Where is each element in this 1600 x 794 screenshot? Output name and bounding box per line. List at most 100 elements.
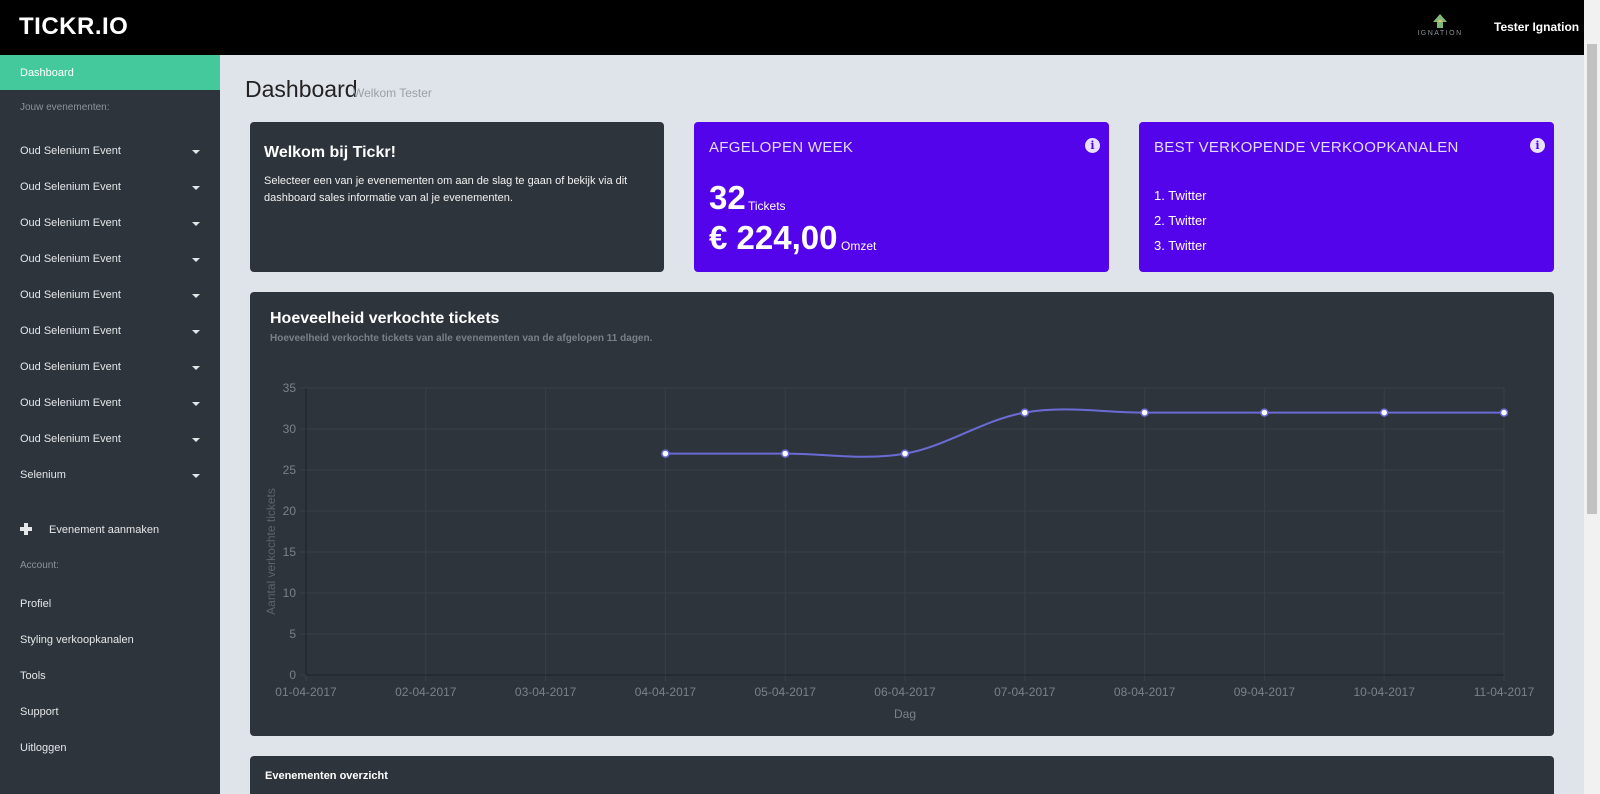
channels-card-title: BEST VERKOPENDE VERKOOPKANALEN (1154, 139, 1459, 156)
x-tick-label: 11-04-2017 (1474, 685, 1535, 699)
welcome-title: Welkom bij Tickr! (264, 144, 396, 161)
events-overview-card: Evenementen overzicht (250, 756, 1554, 794)
app-logo[interactable]: TICKR.IO (19, 13, 128, 41)
sidebar-event-item[interactable]: Oud Selenium Event (0, 174, 220, 202)
x-tick-label: 08-04-2017 (1114, 685, 1176, 699)
sidebar-item-styling[interactable]: Styling verkoopkanalen (0, 627, 220, 655)
x-tick-label: 06-04-2017 (874, 685, 936, 699)
channel-item: 2. Twitter (1154, 213, 1207, 228)
x-tick-label: 07-04-2017 (994, 685, 1056, 699)
x-tick-label: 10-04-2017 (1354, 685, 1416, 699)
page-title: Dashboard (245, 76, 358, 102)
series-line (665, 408, 1504, 458)
caret-down-icon (192, 366, 200, 370)
sidebar-item-tools[interactable]: Tools (0, 663, 220, 691)
sidebar-item-support[interactable]: Support (0, 699, 220, 727)
user-menu[interactable]: Tester Ignation (1494, 20, 1579, 34)
y-tick-label: 0 (289, 668, 296, 682)
tickets-chart-card: Hoeveelheid verkochte tickets Hoeveelhei… (250, 292, 1554, 736)
y-tick-label: 35 (283, 381, 297, 395)
data-point (900, 449, 910, 458)
caret-down-icon (192, 438, 200, 442)
channels-card: BEST VERKOPENDE VERKOOPKANALEN i 1. Twit… (1139, 122, 1554, 272)
sidebar-event-label: Oud Selenium Event (20, 181, 121, 193)
welcome-card: Welkom bij Tickr! Selecteer een van je e… (250, 122, 664, 272)
sidebar-event-label: Oud Selenium Event (20, 253, 121, 265)
x-tick-label: 09-04-2017 (1234, 685, 1296, 699)
sidebar-event-label: Oud Selenium Event (20, 397, 121, 409)
sidebar-item-dashboard[interactable]: Dashboard (0, 55, 220, 90)
page-subtitle: Welkom Tester (353, 86, 432, 100)
sidebar-event-item[interactable]: Oud Selenium Event (0, 282, 220, 310)
y-tick-label: 5 (289, 627, 296, 641)
y-tick-label: 30 (283, 422, 297, 436)
sidebar-event-item[interactable]: Oud Selenium Event (0, 210, 220, 238)
create-event-label: Evenement aanmaken (49, 524, 160, 536)
events-section-label: Jouw evenementen: (20, 102, 110, 113)
sidebar-event-label: Oud Selenium Event (20, 145, 121, 157)
y-axis-label: Aantal verkochte tickets (264, 488, 278, 615)
scrollbar-thumb[interactable] (1587, 44, 1597, 514)
sidebar-event-item[interactable]: Oud Selenium Event (0, 390, 220, 418)
data-point (1020, 408, 1030, 417)
sidebar-event-label: Oud Selenium Event (20, 217, 121, 229)
x-tick-label: 02-04-2017 (395, 685, 457, 699)
caret-down-icon (192, 402, 200, 406)
caret-down-icon (192, 258, 200, 262)
events-overview-title: Evenementen overzicht (265, 770, 388, 782)
data-point (1379, 408, 1389, 417)
data-point (661, 449, 670, 458)
channel-item: 1. Twitter (1154, 188, 1207, 203)
data-point (1140, 408, 1149, 417)
sidebar: Dashboard Jouw evenementen: Oud Selenium… (0, 55, 220, 794)
tickets-count: 32 (709, 179, 746, 216)
sidebar-event-item[interactable]: Oud Selenium Event (0, 318, 220, 346)
data-point (780, 449, 790, 458)
caret-down-icon (192, 150, 200, 154)
ignation-logo-text: IGNATION (1417, 30, 1463, 37)
caret-down-icon (192, 222, 200, 226)
sidebar-event-item[interactable]: Oud Selenium Event (0, 246, 220, 274)
caret-down-icon (192, 474, 200, 478)
x-tick-label: 04-04-2017 (635, 685, 697, 699)
x-axis-label: Dag (894, 707, 916, 721)
caret-down-icon (192, 186, 200, 190)
sidebar-item-profiel[interactable]: Profiel (0, 591, 220, 619)
y-tick-label: 20 (283, 504, 297, 518)
welcome-text: Selecteer een van je evenementen om aan … (264, 175, 628, 204)
sidebar-event-label: Oud Selenium Event (20, 289, 121, 301)
sidebar-event-label: Selenium (20, 469, 66, 481)
create-event-button[interactable]: Evenement aanmaken (0, 517, 220, 545)
sidebar-event-item[interactable]: Oud Selenium Event (0, 354, 220, 382)
ignation-logo-icon (1433, 14, 1447, 28)
account-section-label: Account: (20, 560, 59, 571)
top-bar: TICKR.IO IGNATION Tester Ignation (0, 0, 1584, 55)
sidebar-event-label: Oud Selenium Event (20, 433, 121, 445)
data-point (1499, 408, 1509, 417)
week-card: AFGELOPEN WEEK i 32 Tickets € 224,00 Omz… (694, 122, 1109, 272)
ignation-logo: IGNATION (1412, 14, 1468, 37)
page-scrollbar[interactable] (1584, 0, 1600, 794)
plus-icon (20, 523, 32, 535)
sidebar-event-item[interactable]: Oud Selenium Event (0, 138, 220, 166)
info-icon[interactable]: i (1085, 138, 1100, 153)
data-point (1260, 408, 1269, 417)
x-tick-label: 05-04-2017 (755, 685, 817, 699)
sidebar-item-logout[interactable]: Uitloggen (0, 735, 220, 763)
sidebar-event-item[interactable]: Selenium (0, 462, 220, 490)
y-tick-label: 15 (283, 545, 297, 559)
sidebar-event-item[interactable]: Oud Selenium Event (0, 426, 220, 454)
week-card-title: AFGELOPEN WEEK (709, 139, 854, 156)
x-tick-label: 03-04-2017 (515, 685, 577, 699)
y-tick-label: 25 (283, 463, 297, 477)
info-icon[interactable]: i (1530, 138, 1545, 153)
tickets-label: Tickets (748, 199, 786, 213)
sidebar-event-label: Oud Selenium Event (20, 361, 121, 373)
x-tick-label: 01-04-2017 (275, 685, 337, 699)
revenue-amount: € 224,00 (709, 219, 838, 256)
y-tick-label: 10 (283, 586, 297, 600)
channel-item: 3. Twitter (1154, 238, 1207, 253)
tickets-line-chart: 0 5 10 15 20 25 30 35 01-04-2017 02-04-2017 03-04-… (264, 381, 1535, 721)
revenue-label: Omzet (841, 239, 877, 253)
caret-down-icon (192, 294, 200, 298)
